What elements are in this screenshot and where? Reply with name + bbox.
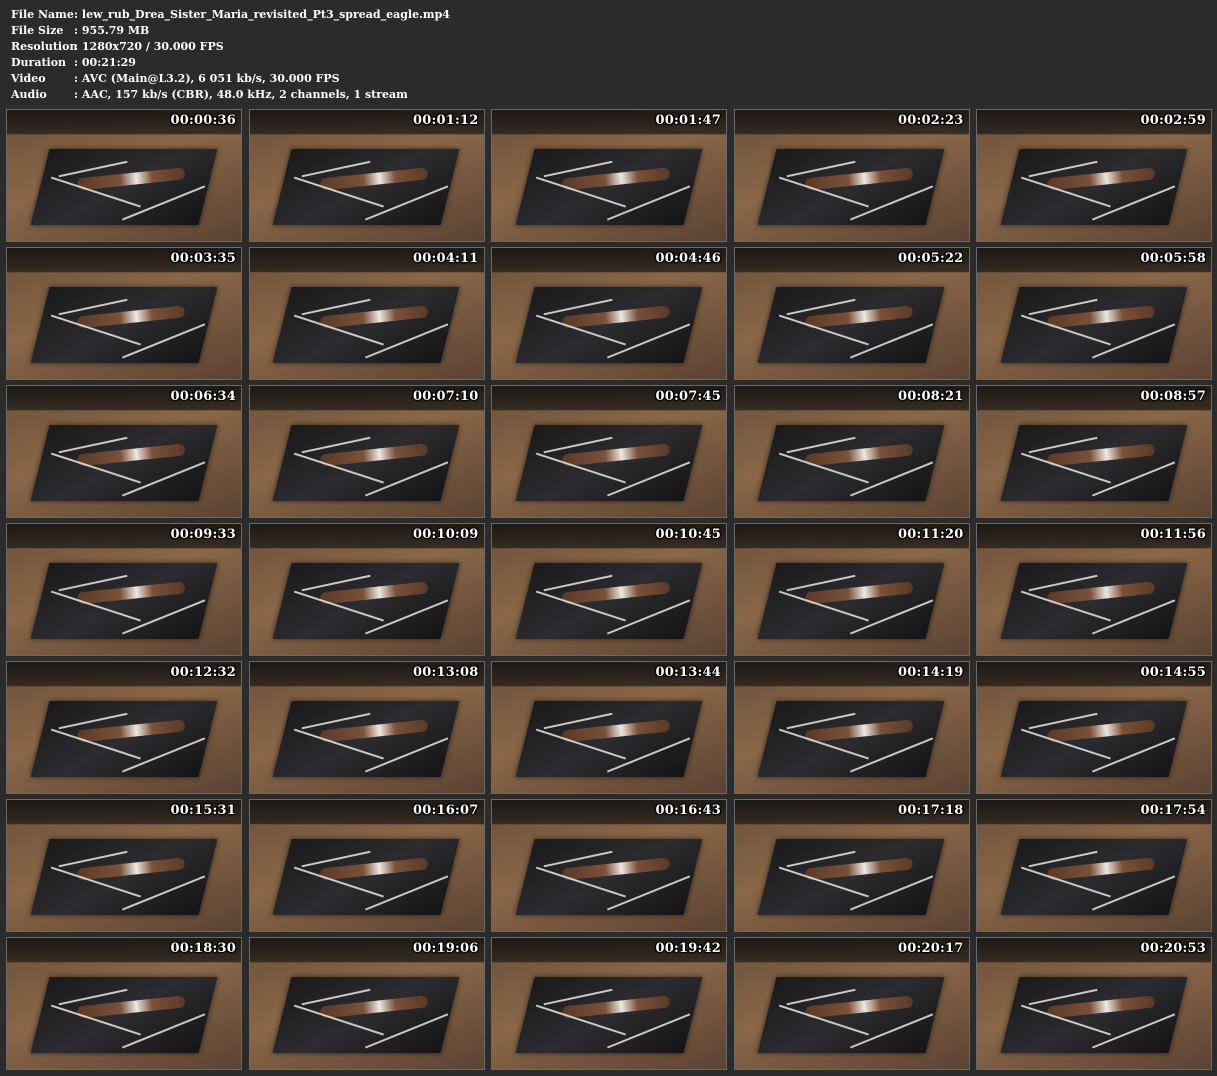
info-row-duration: Duration : 00:21:29 (11, 55, 450, 71)
thumbnail-timestamp: 00:06:34 (170, 389, 236, 404)
thumbnail-timestamp: 00:03:35 (170, 251, 236, 266)
thumbnail-timestamp: 00:19:42 (655, 941, 721, 956)
thumbnail-timestamp: 00:15:31 (170, 803, 236, 818)
thumbnail-frame[interactable]: 00:11:20 (733, 523, 970, 656)
thumbnail-frame[interactable]: 00:01:47 (491, 109, 727, 242)
thumbnail-frame[interactable]: 00:08:57 (976, 385, 1212, 518)
thumbnail-frame[interactable]: 00:13:44 (491, 661, 727, 794)
thumbnail-timestamp: 00:02:23 (898, 113, 964, 128)
thumbnail-frame[interactable]: 00:20:17 (733, 937, 970, 1070)
thumbnail-frame[interactable]: 00:02:23 (733, 109, 970, 242)
thumbnail-frame[interactable]: 00:17:54 (976, 799, 1212, 932)
info-row-resolution: Resolution : 1280x720 / 30.000 FPS (11, 39, 450, 55)
thumbnail-frame[interactable]: 00:06:34 (6, 385, 242, 518)
thumbnail-timestamp: 00:13:44 (655, 665, 721, 680)
thumbnail-timestamp: 00:14:19 (898, 665, 964, 680)
info-label: Video (11, 72, 46, 85)
thumbnail-timestamp: 00:13:08 (413, 665, 479, 680)
thumbnail-frame[interactable]: 00:10:45 (491, 523, 727, 656)
thumbnail-frame[interactable]: 00:14:55 (976, 661, 1212, 794)
thumbnail-timestamp: 00:08:57 (1140, 389, 1206, 404)
info-label: File Name (11, 8, 74, 21)
info-separator: : (74, 8, 79, 21)
info-separator: : (74, 72, 79, 85)
thumbnail-timestamp: 00:20:53 (1140, 941, 1206, 956)
info-separator: : (74, 40, 79, 53)
thumbnail-frame[interactable]: 00:05:22 (733, 247, 970, 380)
info-label: Resolution (11, 40, 78, 53)
thumbnail-timestamp: 00:09:33 (170, 527, 236, 542)
thumbnail-timestamp: 00:10:45 (655, 527, 721, 542)
info-value: 955.79 MB (81, 24, 150, 37)
info-label: Duration (11, 56, 67, 69)
info-label: File Size (11, 24, 64, 37)
info-row-file-size: File Size : 955.79 MB (11, 23, 450, 39)
thumbnail-timestamp: 00:14:55 (1140, 665, 1206, 680)
thumbnail-frame[interactable]: 00:08:21 (733, 385, 970, 518)
thumbnail-timestamp: 00:10:09 (413, 527, 479, 542)
info-row-file-name: File Name : lew_rub_Drea_Sister_Maria_re… (11, 7, 450, 23)
thumbnail-frame[interactable]: 00:11:56 (976, 523, 1212, 656)
info-row-video: Video : AVC (Main@L3.2), 6 051 kb/s, 30.… (11, 71, 450, 87)
media-info-panel: File Name : lew_rub_Drea_Sister_Maria_re… (11, 7, 450, 103)
thumbnail-frame[interactable]: 00:13:08 (248, 661, 485, 794)
thumbnail-timestamp: 00:07:10 (413, 389, 479, 404)
thumbnail-frame[interactable]: 00:16:07 (248, 799, 485, 932)
thumbnail-frame[interactable]: 00:05:58 (976, 247, 1212, 380)
info-value: 00:21:29 (81, 56, 136, 69)
info-label: Audio (11, 88, 47, 101)
thumbnail-timestamp: 00:01:47 (655, 113, 721, 128)
thumbnail-timestamp: 00:17:18 (898, 803, 964, 818)
thumbnail-timestamp: 00:11:56 (1140, 527, 1206, 542)
info-value: AVC (Main@L3.2), 6 051 kb/s, 30.000 FPS (81, 72, 340, 85)
thumbnail-frame[interactable]: 00:18:30 (6, 937, 242, 1070)
thumbnail-frame[interactable]: 00:07:45 (491, 385, 727, 518)
thumbnail-frame[interactable]: 00:02:59 (976, 109, 1212, 242)
thumbnail-frame[interactable]: 00:00:36 (6, 109, 242, 242)
thumbnail-timestamp: 00:16:43 (655, 803, 721, 818)
thumbnail-frame[interactable]: 00:14:19 (733, 661, 970, 794)
thumbnail-frame[interactable]: 00:01:12 (248, 109, 485, 242)
thumbnail-frame[interactable]: 00:10:09 (248, 523, 485, 656)
thumbnail-frame[interactable]: 00:19:42 (491, 937, 727, 1070)
thumbnail-timestamp: 00:18:30 (170, 941, 236, 956)
thumbnail-timestamp: 00:16:07 (413, 803, 479, 818)
thumbnail-frame[interactable]: 00:03:35 (6, 247, 242, 380)
thumbnail-timestamp: 00:05:22 (898, 251, 964, 266)
thumbnail-timestamp: 00:20:17 (898, 941, 964, 956)
info-separator: : (74, 24, 79, 37)
thumbnail-timestamp: 00:01:12 (413, 113, 479, 128)
thumbnail-timestamp: 00:08:21 (898, 389, 964, 404)
thumbnail-timestamp: 00:04:11 (413, 251, 479, 266)
thumbnail-timestamp: 00:17:54 (1140, 803, 1206, 818)
info-row-audio: Audio : AAC, 157 kb/s (CBR), 48.0 kHz, 2… (11, 87, 450, 103)
info-value: AAC, 157 kb/s (CBR), 48.0 kHz, 2 channel… (81, 88, 408, 101)
info-separator: : (74, 56, 79, 69)
thumbnail-frame[interactable]: 00:20:53 (976, 937, 1212, 1070)
thumbnail-timestamp: 00:12:32 (170, 665, 236, 680)
thumbnail-grid: 00:00:36 00:01:12 00:01:47 00:02:23 00:02:59… (6, 109, 1212, 1072)
thumbnail-frame[interactable]: 00:15:31 (6, 799, 242, 932)
thumbnail-frame[interactable]: 00:07:10 (248, 385, 485, 518)
thumbnail-timestamp: 00:00:36 (170, 113, 236, 128)
thumbnail-frame[interactable]: 00:04:46 (491, 247, 727, 380)
thumbnail-timestamp: 00:05:58 (1140, 251, 1206, 266)
thumbnail-frame[interactable]: 00:16:43 (491, 799, 727, 932)
thumbnail-frame[interactable]: 00:09:33 (6, 523, 242, 656)
thumbnail-timestamp: 00:11:20 (898, 527, 964, 542)
info-separator: : (74, 88, 79, 101)
thumbnail-frame[interactable]: 00:04:11 (248, 247, 485, 380)
thumbnail-frame[interactable]: 00:17:18 (733, 799, 970, 932)
thumbnail-timestamp: 00:19:06 (413, 941, 479, 956)
info-value: lew_rub_Drea_Sister_Maria_revisited_Pt3_… (81, 8, 450, 21)
info-value: 1280x720 / 30.000 FPS (81, 40, 224, 53)
thumbnail-frame[interactable]: 00:19:06 (248, 937, 485, 1070)
thumbnail-timestamp: 00:04:46 (655, 251, 721, 266)
thumbnail-frame[interactable]: 00:12:32 (6, 661, 242, 794)
thumbnail-timestamp: 00:07:45 (655, 389, 721, 404)
thumbnail-timestamp: 00:02:59 (1140, 113, 1206, 128)
